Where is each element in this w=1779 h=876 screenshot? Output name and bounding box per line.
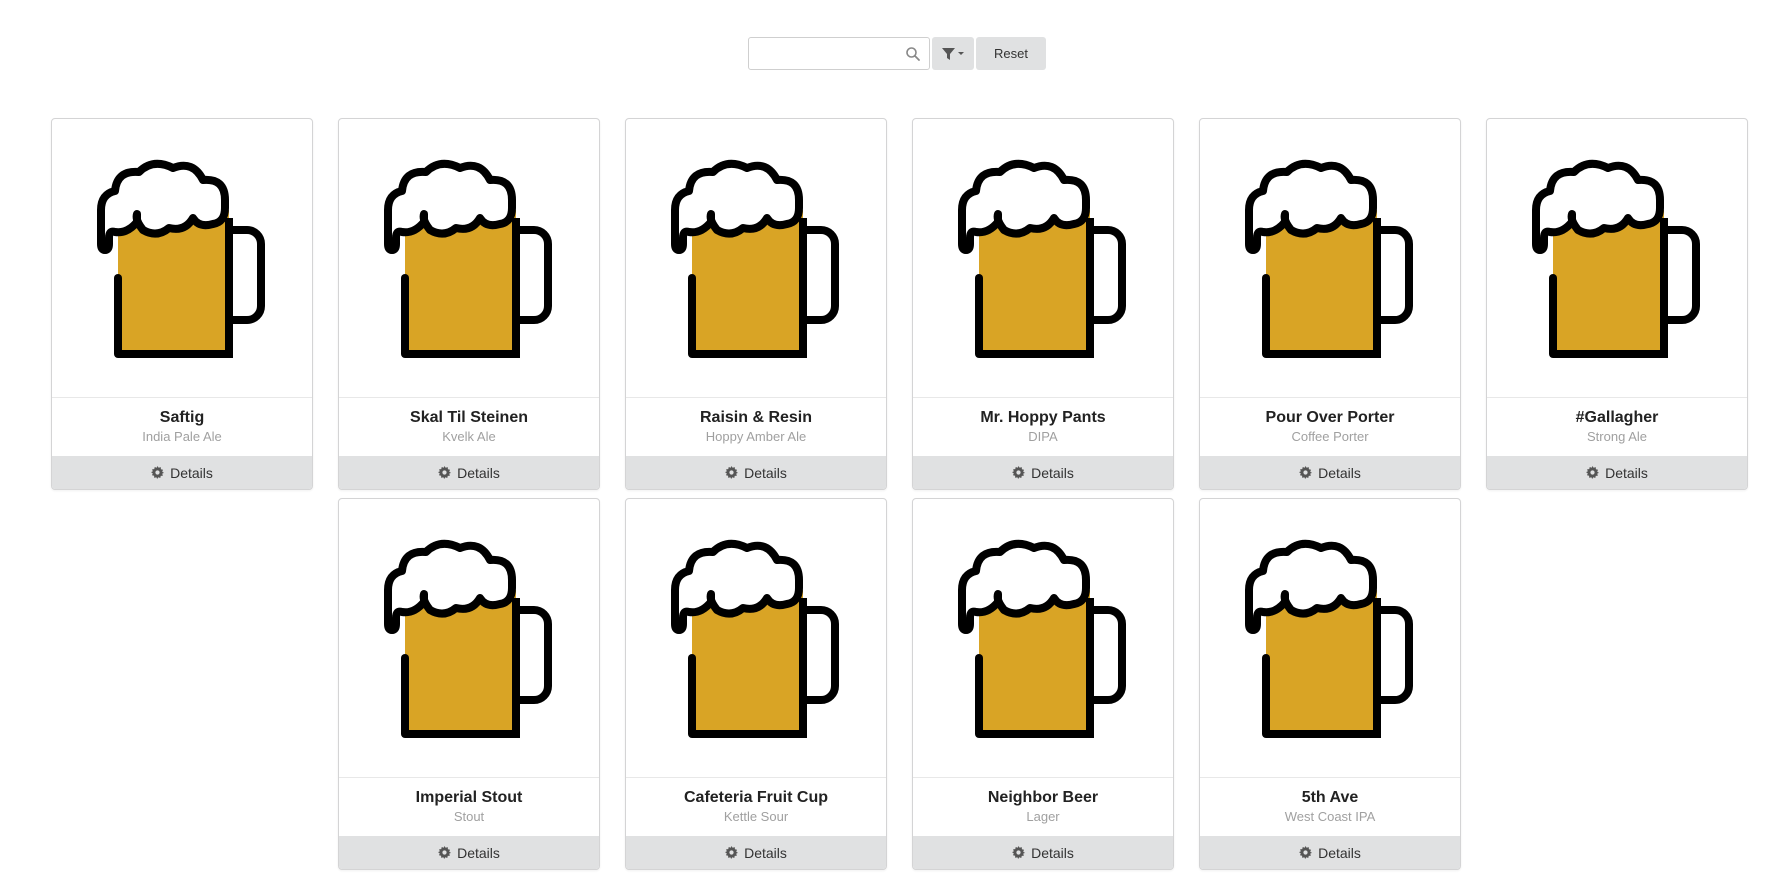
details-button[interactable]: Details [1200,836,1460,869]
beer-name[interactable]: Cafeteria Fruit Cup [626,788,886,808]
details-button[interactable]: Details [339,456,599,489]
beer-mug-icon [671,159,839,358]
details-button[interactable]: Details [1487,456,1747,489]
beer-card: Imperial Stout Stout Details [338,498,600,870]
beer-style: Coffee Porter [1291,429,1369,444]
beer-card: Raisin & Resin Hoppy Amber Ale Details [625,118,887,490]
beer-style: Kvelk Ale [442,429,496,444]
card-content: 5th Ave West Coast IPA [1200,778,1460,838]
beer-name[interactable]: Pour Over Porter [1200,408,1460,428]
beer-mug-icon [97,159,265,358]
details-label: Details [744,464,787,481]
beer-mug-icon [958,539,1126,738]
details-label: Details [1318,464,1361,481]
beer-card: Cafeteria Fruit Cup Kettle Sour Details [625,498,887,870]
beer-name[interactable]: Saftig [52,408,312,428]
gear-icon [438,466,452,479]
beer-image [339,119,599,398]
card-content: Imperial Stout Stout [339,778,599,838]
beer-image [339,499,599,778]
beer-style: Hoppy Amber Ale [705,429,807,444]
gear-icon [1012,466,1026,479]
details-button[interactable]: Details [1200,456,1460,489]
beer-card: 5th Ave West Coast IPA Details [1199,498,1461,870]
beer-image [913,499,1173,778]
details-button[interactable]: Details [626,836,886,869]
details-label: Details [170,464,213,481]
beer-image [1200,119,1460,398]
gear-icon [438,846,452,859]
beer-style: Kettle Sour [723,809,789,824]
beer-mug-icon [1245,159,1413,358]
card-content: Saftig India Pale Ale [52,398,312,458]
beer-mug-icon [958,159,1126,358]
gear-icon [1586,466,1600,479]
beer-grid: Saftig India Pale Ale Details Skal Til S… [0,0,1779,876]
details-label: Details [1318,844,1361,861]
details-button[interactable]: Details [913,456,1173,489]
beer-name[interactable]: Neighbor Beer [913,788,1173,808]
gear-icon [1299,466,1313,479]
beer-style: Lager [1026,809,1060,824]
beer-card: #Gallagher Strong Ale Details [1486,118,1748,490]
beer-name[interactable]: #Gallagher [1487,408,1747,428]
beer-name[interactable]: Imperial Stout [339,788,599,808]
beer-mug-icon [1532,159,1700,358]
details-button[interactable]: Details [339,836,599,869]
beer-mug-icon [1245,539,1413,738]
beer-image [1200,499,1460,778]
beer-image [1487,119,1747,398]
details-label: Details [1031,844,1074,861]
beer-name[interactable]: 5th Ave [1200,788,1460,808]
beer-style: Strong Ale [1587,429,1647,444]
beer-style: India Pale Ale [142,429,222,444]
card-content: Cafeteria Fruit Cup Kettle Sour [626,778,886,838]
gear-icon [1299,846,1313,859]
beer-style: Stout [453,809,485,824]
beer-image [626,499,886,778]
details-label: Details [457,844,500,861]
details-label: Details [1031,464,1074,481]
gear-icon [725,846,739,859]
beer-mug-icon [671,539,839,738]
beer-card: Mr. Hoppy Pants DIPA Details [912,118,1174,490]
beer-style: DIPA [1028,429,1058,444]
details-label: Details [457,464,500,481]
card-content: Raisin & Resin Hoppy Amber Ale [626,398,886,458]
card-content: Pour Over Porter Coffee Porter [1200,398,1460,458]
beer-name[interactable]: Raisin & Resin [626,408,886,428]
beer-image [913,119,1173,398]
beer-card: Skal Til Steinen Kvelk Ale Details [338,118,600,490]
details-button[interactable]: Details [626,456,886,489]
details-button[interactable]: Details [52,456,312,489]
beer-style: West Coast IPA [1284,809,1376,824]
beer-name[interactable]: Skal Til Steinen [339,408,599,428]
beer-card: Saftig India Pale Ale Details [51,118,313,490]
card-content: #Gallagher Strong Ale [1487,398,1747,458]
gear-icon [725,466,739,479]
beer-mug-icon [384,539,552,738]
gear-icon [151,466,165,479]
details-label: Details [744,844,787,861]
beer-name[interactable]: Mr. Hoppy Pants [913,408,1173,428]
card-content: Mr. Hoppy Pants DIPA [913,398,1173,458]
card-content: Neighbor Beer Lager [913,778,1173,838]
details-button[interactable]: Details [913,836,1173,869]
beer-card: Pour Over Porter Coffee Porter Details [1199,118,1461,490]
gear-icon [1012,846,1026,859]
card-content: Skal Til Steinen Kvelk Ale [339,398,599,458]
beer-image [52,119,312,398]
beer-mug-icon [384,159,552,358]
beer-card: Neighbor Beer Lager Details [912,498,1174,870]
details-label: Details [1605,464,1648,481]
beer-image [626,119,886,398]
